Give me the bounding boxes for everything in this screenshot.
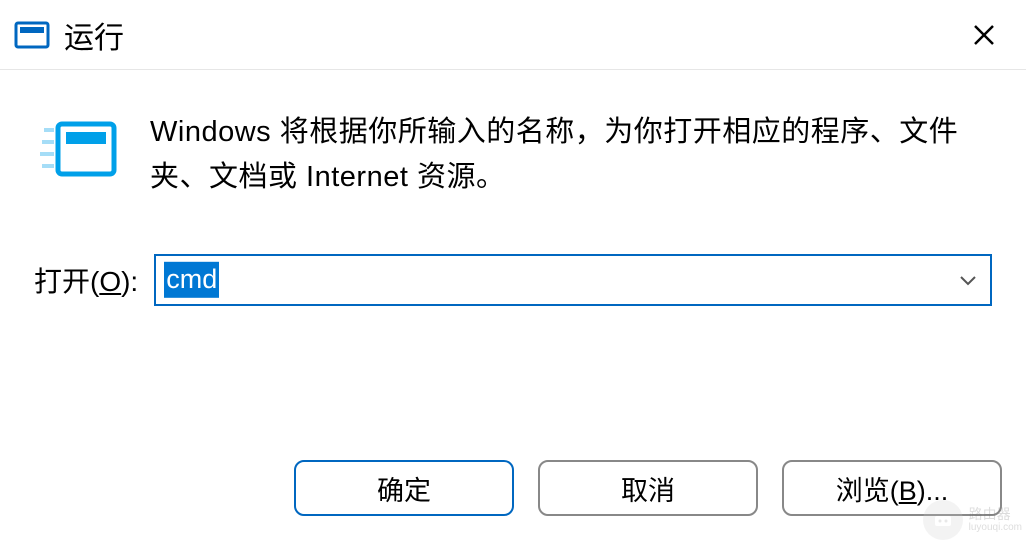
titlebar-left: 运行 xyxy=(14,13,124,57)
browse-button-label: 浏览(B)... xyxy=(836,469,949,508)
button-row: 确定 取消 浏览(B)... xyxy=(294,460,1002,516)
open-combobox[interactable]: cmd xyxy=(154,254,992,306)
browse-button[interactable]: 浏览(B)... xyxy=(782,460,1002,516)
input-row: 打开(O): cmd xyxy=(34,254,992,306)
open-input[interactable] xyxy=(156,256,946,304)
run-icon-large xyxy=(40,118,120,187)
dialog-content: Windows 将根据你所输入的名称，为你打开相应的程序、文件夹、文档或 Int… xyxy=(0,70,1026,306)
titlebar: 运行 xyxy=(0,0,1026,70)
chevron-down-icon xyxy=(958,274,978,286)
ok-button-label: 确定 xyxy=(377,469,431,508)
run-icon xyxy=(14,21,50,49)
ok-button[interactable]: 确定 xyxy=(294,460,514,516)
window-title: 运行 xyxy=(64,13,124,57)
cancel-button-label: 取消 xyxy=(621,469,675,508)
open-label: 打开(O): xyxy=(34,260,138,300)
cancel-button[interactable]: 取消 xyxy=(538,460,758,516)
close-icon xyxy=(973,24,995,46)
description-text: Windows 将根据你所输入的名称，为你打开相应的程序、文件夹、文档或 Int… xyxy=(150,110,992,200)
info-row: Windows 将根据你所输入的名称，为你打开相应的程序、文件夹、文档或 Int… xyxy=(34,110,992,200)
close-button[interactable] xyxy=(954,5,1014,65)
combobox-dropdown-button[interactable] xyxy=(946,256,990,304)
